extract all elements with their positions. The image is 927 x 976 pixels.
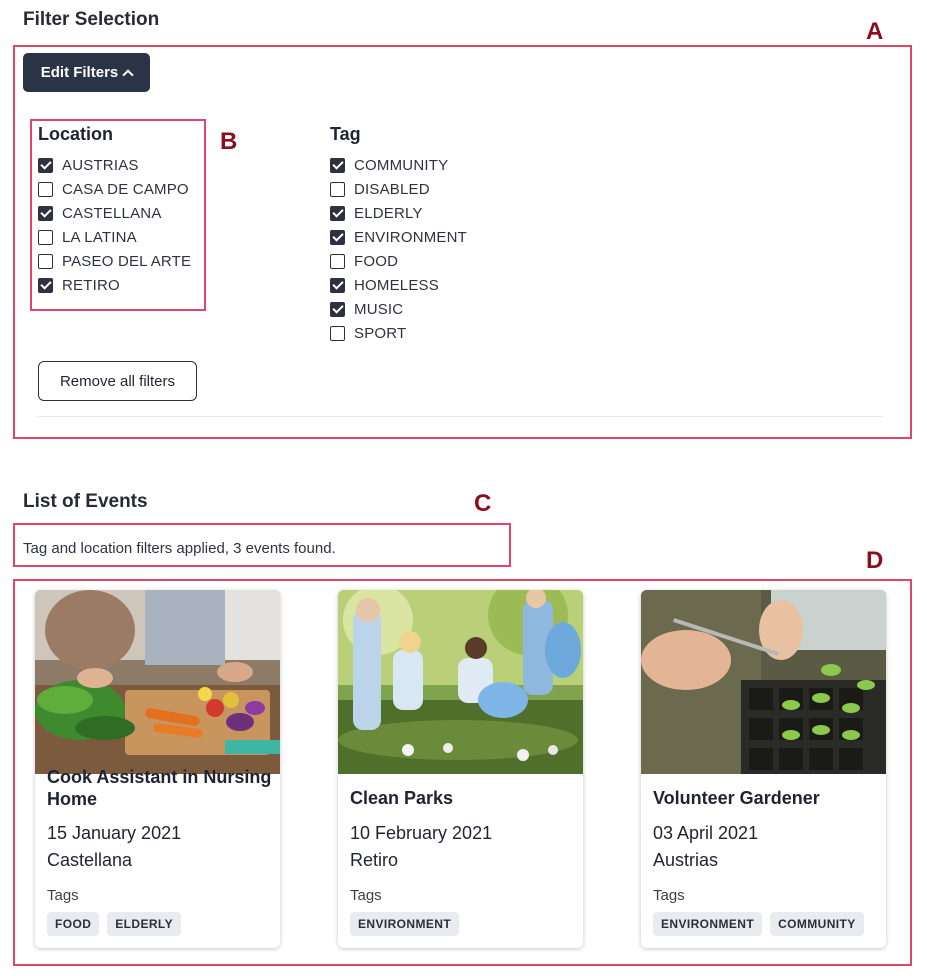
checkbox-checked-icon[interactable] [330, 157, 345, 173]
filter-option[interactable]: PASEO DEL ARTE [38, 249, 191, 273]
remove-all-filters-button[interactable]: Remove all filters [38, 361, 197, 401]
event-tags-label: Tags [653, 887, 685, 904]
filter-option-label[interactable]: COMMUNITY [354, 157, 448, 174]
callout-label-a: A [866, 18, 884, 45]
filter-option-label[interactable]: FOOD [354, 253, 398, 270]
filter-option[interactable]: CASTELLANA [38, 201, 162, 225]
filter-divider [38, 416, 883, 417]
filter-section-title: Filter Selection [23, 9, 160, 30]
checkbox-checked-icon[interactable] [330, 205, 345, 221]
filter-option[interactable]: SPORT [330, 321, 406, 345]
filter-option-label[interactable]: MUSIC [354, 301, 403, 318]
tag-badge[interactable]: FOOD [47, 912, 100, 936]
filter-option-label[interactable]: CASA DE CAMPO [62, 181, 189, 198]
filter-option[interactable]: AUSTRIAS [38, 153, 139, 177]
callout-label-c: C [474, 490, 492, 517]
filter-option[interactable]: DISABLED [330, 177, 430, 201]
checkbox-checked-icon[interactable] [38, 205, 53, 221]
seedlings-photo-icon [641, 590, 886, 774]
tag-badge[interactable]: ELDERLY [107, 912, 181, 936]
filter-option[interactable]: MUSIC [330, 297, 403, 321]
checkbox-unchecked-icon[interactable] [330, 181, 345, 197]
event-title[interactable]: Cook Assistant in Nursing Home [47, 766, 272, 810]
event-tags-label: Tags [350, 887, 382, 904]
filter-option[interactable]: RETIRO [38, 273, 120, 297]
event-card[interactable]: Cook Assistant in Nursing Home 15 Januar… [35, 590, 280, 948]
callout-label-b: B [220, 128, 238, 155]
event-location: Castellana [47, 850, 133, 870]
checkbox-unchecked-icon[interactable] [330, 253, 345, 269]
filter-option-label[interactable]: LA LATINA [62, 229, 137, 246]
filter-option-label[interactable]: RETIRO [62, 277, 120, 294]
tag-badge[interactable]: COMMUNITY [770, 912, 864, 936]
checkbox-unchecked-icon[interactable] [38, 253, 53, 269]
callout-label-d: D [866, 547, 884, 574]
checkbox-unchecked-icon[interactable] [38, 181, 53, 197]
event-title[interactable]: Clean Parks [350, 787, 575, 809]
filter-option[interactable]: ENVIRONMENT [330, 225, 467, 249]
event-card[interactable]: Volunteer Gardener 03 April 2021 Austria… [641, 590, 886, 948]
tag-badge[interactable]: ENVIRONMENT [350, 912, 460, 936]
filter-option[interactable]: LA LATINA [38, 225, 137, 249]
event-tags-label: Tags [47, 887, 79, 904]
event-tag-list: ENVIRONMENT [350, 912, 460, 936]
filter-option-label[interactable]: DISABLED [354, 181, 430, 198]
checkbox-unchecked-icon[interactable] [38, 229, 53, 245]
tag-group-title: Tag [330, 124, 361, 144]
event-location: Retiro [350, 850, 399, 870]
cooking-photo-icon [35, 590, 280, 774]
filter-option-label[interactable]: PASEO DEL ARTE [62, 253, 191, 270]
edit-filters-label: Edit Filters [40, 64, 119, 81]
event-title[interactable]: Volunteer Gardener [653, 787, 878, 809]
filter-option-label[interactable]: ENVIRONMENT [354, 229, 467, 246]
event-tag-list: ENVIRONMENT COMMUNITY [653, 912, 864, 936]
event-card[interactable]: Clean Parks 10 February 2021 Retiro Tags… [338, 590, 583, 948]
filter-option[interactable]: ELDERLY [330, 201, 423, 225]
event-location: Austrias [653, 850, 719, 870]
park-cleanup-photo-icon [338, 590, 583, 774]
filter-option[interactable]: FOOD [330, 249, 398, 273]
checkbox-checked-icon[interactable] [38, 277, 53, 293]
filter-option[interactable]: COMMUNITY [330, 153, 448, 177]
filter-option[interactable]: CASA DE CAMPO [38, 177, 189, 201]
event-date: 10 February 2021 [350, 823, 493, 843]
edit-filters-button[interactable]: Edit Filters [23, 53, 150, 92]
events-status-text: Tag and location filters applied, 3 even… [23, 540, 336, 557]
filter-option[interactable]: HOMELESS [330, 273, 439, 297]
filter-option-label[interactable]: HOMELESS [354, 277, 439, 294]
checkbox-unchecked-icon[interactable] [330, 325, 345, 341]
event-date: 03 April 2021 [653, 823, 759, 843]
checkbox-checked-icon[interactable] [330, 229, 345, 245]
chevron-up-icon [122, 68, 134, 81]
filter-option-label[interactable]: CASTELLANA [62, 205, 162, 222]
filter-option-label[interactable]: SPORT [354, 325, 406, 342]
checkbox-checked-icon[interactable] [330, 277, 345, 293]
checkbox-checked-icon[interactable] [38, 157, 53, 173]
event-tag-list: FOOD ELDERLY [47, 912, 181, 936]
filter-option-label[interactable]: ELDERLY [354, 205, 423, 222]
tag-badge[interactable]: ENVIRONMENT [653, 912, 763, 936]
event-date: 15 January 2021 [47, 823, 182, 843]
events-section-title: List of Events [23, 491, 148, 512]
location-group-title: Location [38, 124, 113, 144]
checkbox-checked-icon[interactable] [330, 301, 345, 317]
filter-option-label[interactable]: AUSTRIAS [62, 157, 139, 174]
